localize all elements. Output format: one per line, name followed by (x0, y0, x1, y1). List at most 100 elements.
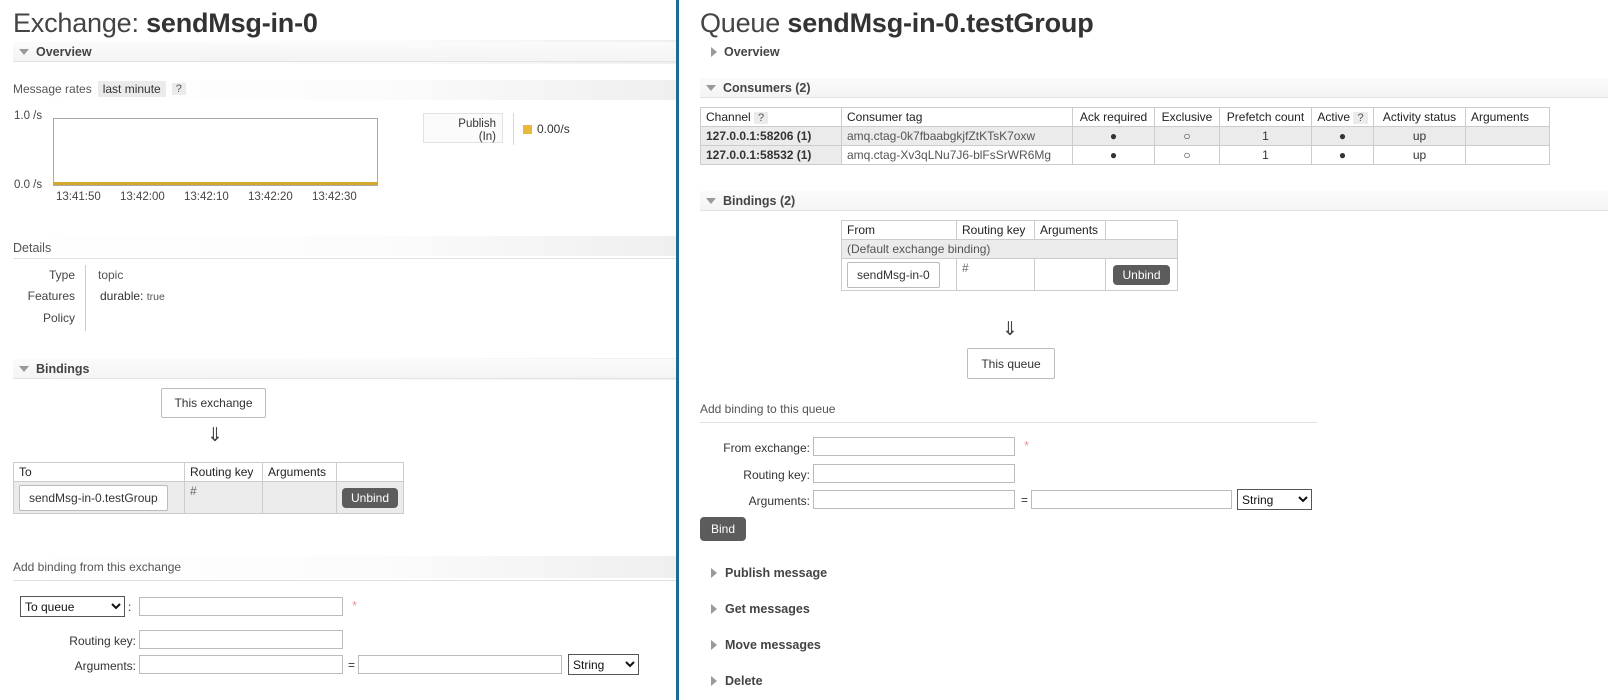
routing-key-input[interactable] (139, 630, 343, 649)
chevron-right-icon (711, 640, 717, 650)
binding-to-cell: sendMsg-in-0.testGroup (13, 481, 185, 514)
argument-type-select[interactable]: String (568, 654, 639, 675)
binding-target-link[interactable]: sendMsg-in-0.testGroup (19, 484, 168, 511)
exclusive-indicator: ○ (1154, 145, 1220, 165)
consumer-channel[interactable]: 127.0.0.1:58532 (1) (700, 145, 842, 165)
required-indicator: * (352, 598, 358, 613)
section-overview-queue[interactable]: Overview (711, 42, 780, 62)
consumer-tag: amq.ctag-0k7fbaabgkjfZtKTsK7oxw (841, 126, 1073, 146)
legend-line2: (In) (478, 131, 496, 143)
binding-routing-key: # (956, 258, 1035, 291)
section-bindings-queue[interactable]: Bindings (2) (700, 191, 1608, 211)
help-icon[interactable]: ? (1353, 112, 1368, 124)
details-separator (85, 307, 86, 331)
details-key: Policy (42, 311, 75, 325)
prefetch-count: 1 (1219, 145, 1312, 165)
section-get-messages[interactable]: Get messages (711, 602, 810, 616)
bind-button[interactable]: Bind (700, 517, 747, 541)
from-exchange-input[interactable] (813, 437, 1015, 456)
binding-source-link[interactable]: sendMsg-in-0 (847, 261, 940, 288)
section-overview-exchange[interactable]: Overview (13, 42, 676, 62)
chevron-down-icon (19, 48, 29, 55)
arguments-label: Arguments: (748, 494, 810, 508)
message-rates-header: Message rates last minute ? (13, 81, 186, 97)
col-active-label: Active (1317, 110, 1351, 124)
binding-arguments (1034, 258, 1106, 291)
chart-x-tick: 13:41:50 (56, 191, 101, 203)
details-value: durable: true (86, 285, 165, 308)
exchange-panel: Exchange: sendMsg-in-0 Overview Message … (0, 0, 676, 700)
col-prefetch-count: Prefetch count (1219, 107, 1312, 127)
col-action (335, 462, 405, 482)
legend-line1: Publish (458, 118, 496, 130)
period-pill-last-minute[interactable]: last minute (97, 81, 166, 97)
binding-target-input[interactable] (139, 597, 343, 616)
col-channel: Channel ? (700, 107, 842, 127)
col-consumer-tag: Consumer tag (841, 107, 1073, 127)
chart-x-tick: 13:42:30 (312, 191, 357, 203)
table-row: sendMsg-in-0.testGroup # Unbind (13, 481, 405, 514)
add-binding-queue-label: Add binding to this queue (700, 402, 836, 416)
table-header-row: Channel ? Consumer tag Ack required Excl… (700, 107, 1550, 127)
unbind-button[interactable]: Unbind (1113, 264, 1170, 285)
exclusive-indicator: ○ (1154, 126, 1220, 146)
chart-legend-publish-in-button[interactable]: Publish (In) (423, 113, 503, 143)
chevron-right-icon (711, 604, 717, 614)
page-title: Queue sendMsg-in-0.testGroup (700, 8, 1094, 39)
down-arrow-icon: ⇓ (1002, 319, 1018, 340)
add-binding-divider (13, 580, 676, 581)
argument-key-input[interactable] (139, 655, 343, 674)
help-icon[interactable]: ? (754, 112, 769, 124)
chart-y-axis-min: 0.0 /s (14, 179, 43, 191)
page-title-prefix: Queue (700, 8, 788, 38)
section-move-messages[interactable]: Move messages (711, 638, 821, 652)
from-exchange-label: From exchange: (723, 441, 810, 455)
section-delete[interactable]: Delete (711, 674, 763, 688)
argument-key-input[interactable] (813, 490, 1015, 509)
this-queue-node[interactable]: This queue (967, 348, 1055, 379)
col-arguments: Arguments (262, 462, 337, 482)
page-title: Exchange: sendMsg-in-0 (13, 8, 318, 39)
help-icon[interactable]: ? (171, 83, 186, 95)
section-overview-label: Overview (36, 44, 92, 59)
chart-x-tick: 13:42:20 (248, 191, 293, 203)
col-activity-status: Activity status (1373, 107, 1466, 127)
page-title-name: sendMsg-in-0 (146, 8, 318, 38)
col-arguments: Arguments (1034, 220, 1106, 240)
details-label-text: Details (13, 241, 52, 255)
consumer-arguments (1465, 126, 1550, 146)
section-consumers[interactable]: Consumers (2) (700, 78, 1608, 98)
argument-value-input[interactable] (1031, 490, 1232, 509)
unbind-button[interactable]: Unbind (342, 487, 399, 508)
details-row-policy: Policy (13, 307, 413, 331)
legend-color-swatch (523, 125, 532, 134)
consumer-channel[interactable]: 127.0.0.1:58206 (1) (700, 126, 842, 146)
routing-key-input[interactable] (813, 464, 1015, 483)
chevron-down-icon (706, 84, 716, 91)
section-bindings-label: Bindings (2) (723, 193, 796, 208)
details-divider (13, 258, 676, 259)
section-move-messages-label: Move messages (725, 638, 821, 652)
binding-target-type-select[interactable]: To queue (20, 596, 125, 617)
this-exchange-node[interactable]: This exchange (161, 388, 266, 418)
activity-status: up (1373, 126, 1466, 146)
chart-x-tick: 13:42:10 (184, 191, 229, 203)
details-key: Features (27, 289, 75, 303)
prefetch-count: 1 (1219, 126, 1312, 146)
argument-value-input[interactable] (358, 655, 562, 674)
page-title-name: sendMsg-in-0.testGroup (787, 8, 1094, 38)
col-channel-label: Channel (706, 110, 751, 124)
down-arrow-icon: ⇓ (207, 425, 223, 446)
section-publish-message[interactable]: Publish message (711, 566, 827, 580)
argument-type-select[interactable]: String (1237, 489, 1312, 510)
active-indicator: ● (1311, 145, 1374, 165)
details-row-features: Features durable: true (13, 285, 413, 307)
col-to: To (13, 462, 185, 482)
table-row: 127.0.0.1:58206 (1) amq.ctag-0k7fbaabgkj… (700, 126, 1550, 146)
binding-routing-key: # (184, 481, 263, 514)
chevron-down-icon (706, 197, 716, 204)
section-bindings-exchange[interactable]: Bindings (13, 359, 676, 379)
section-publish-message-label: Publish message (725, 566, 828, 580)
activity-status: up (1373, 145, 1466, 165)
section-bindings-label: Bindings (36, 361, 90, 376)
